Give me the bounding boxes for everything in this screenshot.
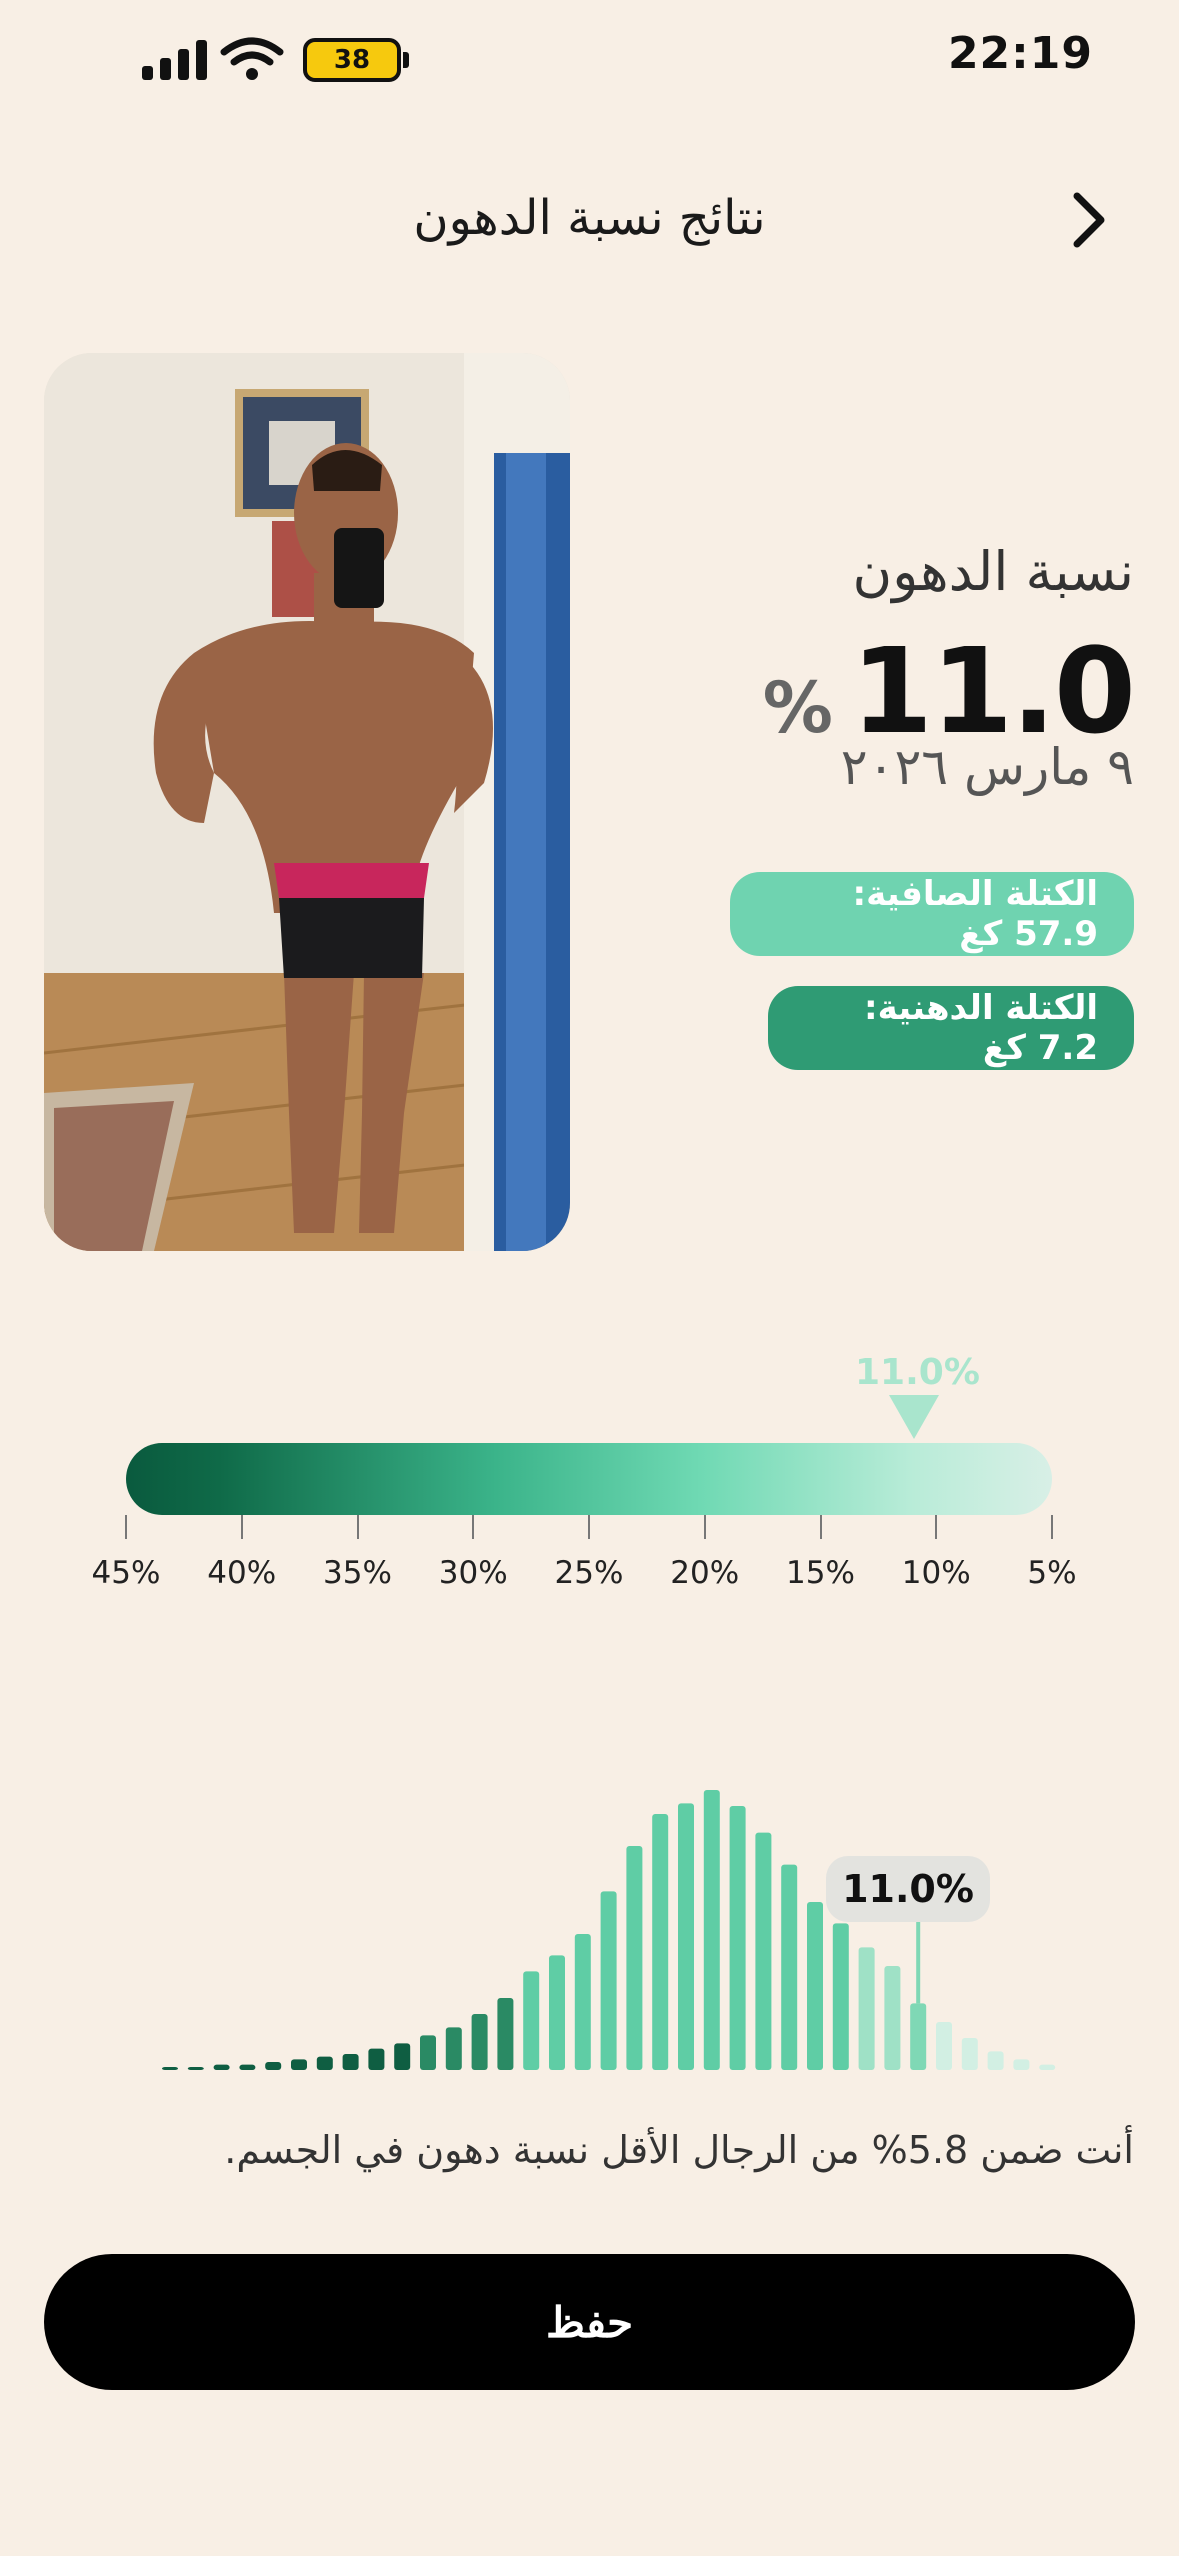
status-time: 22:19 (947, 28, 1093, 79)
back-button[interactable] (1059, 185, 1119, 255)
scale-tick-label: 15% (786, 1555, 855, 1591)
scale-tick-label: 45% (91, 1555, 161, 1591)
scale-tick-label: 40% (207, 1555, 277, 1591)
body-photo (44, 353, 570, 1251)
scale-tick-label: 35% (323, 1555, 392, 1591)
body-fat-label: نسبة الدهون (852, 540, 1134, 603)
histogram-bar (291, 2059, 307, 2070)
histogram-bar (678, 1803, 694, 2070)
scale-tick (935, 1515, 938, 1539)
body-fat-scale-bar (126, 1443, 1052, 1515)
status-bar: 38 22:19 (0, 0, 1179, 120)
scale-tick-label: 5% (1027, 1555, 1077, 1591)
histogram-bar (910, 2003, 927, 2070)
histogram-bar (961, 2038, 978, 2070)
histogram-bar (807, 1902, 823, 2070)
scale-tick (356, 1515, 359, 1539)
fat-mass-badge: الكتلة الدهنية: 7.2 كغ (768, 986, 1134, 1070)
histogram-bar (936, 2022, 952, 2070)
histogram-bar (549, 1955, 565, 2070)
scale-tick (703, 1515, 706, 1539)
histogram-bar (316, 2056, 333, 2070)
histogram-bar (420, 2035, 436, 2070)
histogram-bar (187, 2067, 204, 2070)
battery-level: 38 (303, 38, 401, 82)
histogram-bar (600, 1891, 617, 2070)
scale-tick-label: 25% (554, 1555, 624, 1591)
histogram-bar (239, 2064, 256, 2070)
histogram-tooltip: 11.0% (826, 1856, 990, 1922)
scale-tick (1051, 1515, 1053, 1539)
lean-mass-badge: الكتلة الصافية: 57.9 كغ (730, 872, 1134, 956)
histogram-bar (265, 2062, 282, 2070)
histogram-bar (781, 1864, 798, 2070)
body-fat-unit: % (762, 667, 833, 749)
save-button[interactable]: حفظ (44, 2254, 1135, 2390)
histogram-bar (574, 1934, 591, 2070)
histogram-bar (884, 1966, 901, 2070)
percentile-text: أنت ضمن 5.8% من الرجال الأقل نسبة دهون ف… (224, 2128, 1134, 2172)
battery-icon: 38 (303, 38, 409, 82)
scale-marker-arrow (889, 1395, 939, 1439)
histogram-bar (445, 2027, 462, 2070)
distribution-histogram (162, 1790, 1056, 2070)
histogram-bar (523, 1971, 540, 2070)
scale-tick (819, 1515, 822, 1539)
histogram-bar (729, 1806, 746, 2070)
wifi-icon (220, 37, 284, 80)
histogram-bar (832, 1923, 849, 2070)
histogram-bar (626, 1846, 643, 2070)
histogram-bar (394, 2043, 411, 2070)
scale-tick (125, 1515, 127, 1539)
histogram-bar (368, 2048, 385, 2070)
histogram-bar (755, 1832, 772, 2070)
scale-tick (240, 1515, 243, 1539)
measurement-date: ٩ مارس ٢٠٢٦ (840, 738, 1134, 796)
histogram-bar (471, 2014, 488, 2070)
scale-tick (472, 1515, 475, 1539)
histogram-bar (1039, 2064, 1056, 2070)
scale-tick-label: 20% (670, 1555, 740, 1591)
histogram-bar (703, 1790, 720, 2070)
histogram-bar (162, 2067, 178, 2070)
histogram-bar (497, 1998, 514, 2070)
scale-marker-label: 11.0% (855, 1352, 980, 1393)
histogram-bar (652, 1814, 669, 2070)
histogram-bar (1013, 2059, 1030, 2070)
histogram-bar (858, 1947, 875, 2070)
scale-tick-label: 10% (901, 1555, 971, 1591)
histogram-bar (987, 2051, 1004, 2070)
histogram-bar (342, 2054, 359, 2070)
signal-icon (142, 40, 208, 80)
scale-tick (588, 1515, 590, 1539)
scale-tick-label: 30% (438, 1555, 508, 1591)
chevron-right-icon (1073, 192, 1105, 248)
page-title: نتائج نسبة الدهون (413, 190, 766, 246)
histogram-bar (213, 2064, 230, 2070)
